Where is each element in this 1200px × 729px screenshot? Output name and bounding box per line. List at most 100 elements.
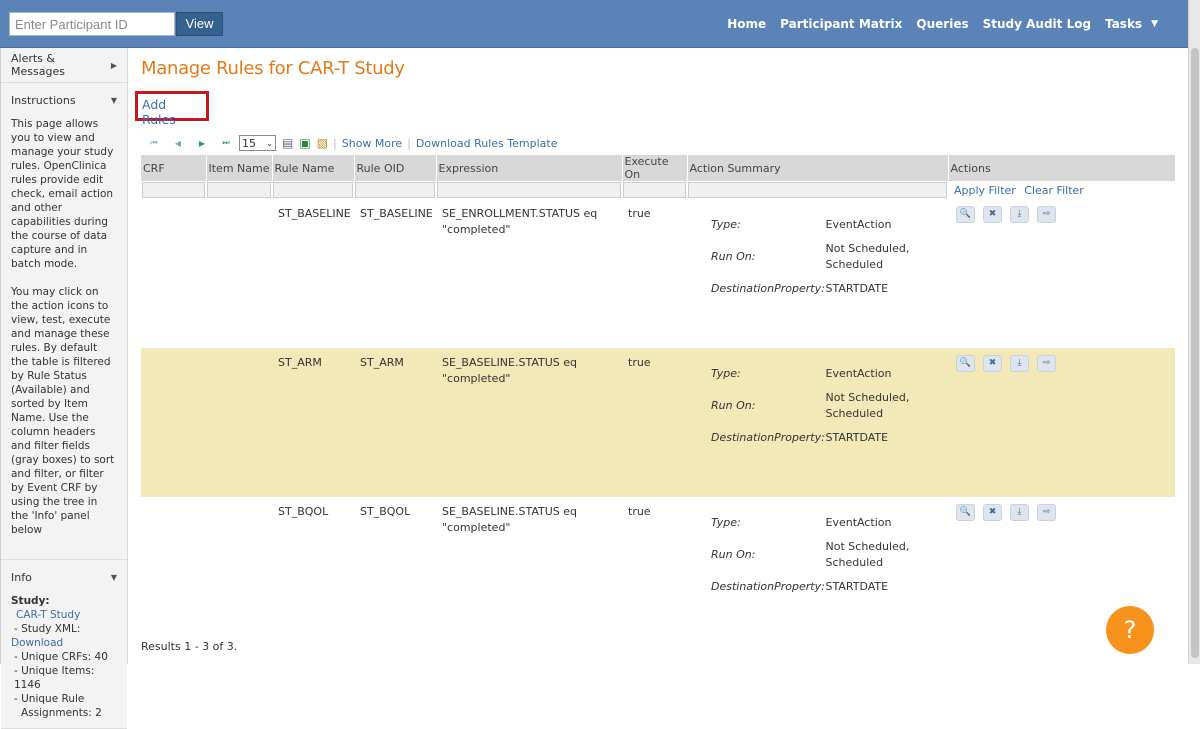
participant-id-input[interactable] <box>9 12 175 36</box>
instructions-header[interactable]: Instructions ▼ <box>1 83 127 117</box>
study-name-link[interactable]: CAR-T Study <box>11 608 117 622</box>
download-rule-icon[interactable]: ⤓ <box>1010 355 1029 372</box>
run-rule-icon[interactable]: ⇨ <box>1037 504 1056 521</box>
export-pdf-icon[interactable]: ▧ <box>317 136 328 150</box>
study-label: Study: <box>11 595 50 607</box>
chevron-down-icon: ⌄ <box>266 138 273 148</box>
col-header-rule-name[interactable]: Rule Name <box>272 155 355 181</box>
summary-key-run-on: Run On: <box>711 250 756 263</box>
run-rule-icon[interactable]: ⇨ <box>1037 355 1056 372</box>
cell-action-summary: Type: EventAction Run On: Not Scheduled, Sc… <box>687 497 948 646</box>
remove-rule-icon[interactable]: ✖ <box>983 355 1002 372</box>
table-row: ST_ARM ST_ARM SE_BASELINE.STATUS eq "compl… <box>141 348 1175 497</box>
filter-execute-on[interactable] <box>623 182 686 198</box>
apply-filter-link[interactable]: Apply Filter <box>954 184 1016 197</box>
filter-action-summary[interactable] <box>688 182 947 198</box>
filter-row: Apply Filter Clear Filter <box>141 181 1175 199</box>
summary-key-run-on: Run On: <box>711 548 756 561</box>
info-header[interactable]: Info ▼ <box>1 560 127 594</box>
top-navigation-bar: View Home Participant Matrix Queries Stu… <box>0 0 1188 48</box>
col-header-execute-on[interactable]: Execute On <box>622 155 688 181</box>
filter-rule-oid[interactable] <box>355 182 435 198</box>
study-xml-download-link[interactable]: Download <box>11 636 117 650</box>
page-title: Manage Rules for CAR-T Study <box>141 58 405 79</box>
nav-participant-matrix[interactable]: Participant Matrix <box>780 17 902 31</box>
cell-item-name <box>206 199 272 348</box>
cell-rule-name: ST_BQOL <box>278 505 329 518</box>
col-header-rule-oid[interactable]: Rule OID <box>354 155 437 181</box>
remove-rule-icon[interactable]: ✖ <box>983 206 1002 223</box>
nav-study-audit-log[interactable]: Study Audit Log <box>983 17 1091 31</box>
remove-rule-icon[interactable]: ✖ <box>983 504 1002 521</box>
sidebar: Alerts & Messages ▶ Instructions ▼ This … <box>0 48 128 729</box>
prev-page-icon[interactable]: ◀ <box>171 139 185 148</box>
col-header-item-name[interactable]: Item Name <box>206 155 273 181</box>
summary-type-value: EventAction <box>825 218 892 231</box>
page-size-select[interactable]: 15 ⌄ <box>239 135 276 151</box>
cell-rule-oid: ST_BQOL <box>360 505 411 518</box>
cell-execute-on: true <box>628 505 651 518</box>
toolbar-divider: | <box>407 136 411 150</box>
filter-rule-name[interactable] <box>273 182 353 198</box>
vertical-scrollbar[interactable] <box>1188 0 1200 664</box>
alerts-header[interactable]: Alerts & Messages ▶ <box>1 48 127 82</box>
view-rule-icon[interactable]: 🔍 <box>956 355 975 372</box>
download-rule-icon[interactable]: ⤓ <box>1010 504 1029 521</box>
nav-tasks[interactable]: Tasks <box>1105 17 1142 31</box>
cell-rule-oid: ST_BASELINE <box>360 207 433 220</box>
run-rule-icon[interactable]: ⇨ <box>1037 206 1056 223</box>
cell-crf <box>141 199 206 348</box>
filter-expression[interactable] <box>437 182 621 198</box>
summary-type-value: EventAction <box>825 367 892 380</box>
nav-home[interactable]: Home <box>727 17 766 31</box>
summary-key-destination-property: DestinationProperty: <box>711 431 825 444</box>
instructions-label: Instructions <box>11 93 76 107</box>
cell-actions: 🔍 ✖ ⤓ ⇨ <box>948 348 1175 497</box>
summary-key-type: Type: <box>711 516 741 529</box>
view-rule-icon[interactable]: 🔍 <box>956 504 975 521</box>
col-header-expression[interactable]: Expression <box>436 155 623 181</box>
cell-execute-on: true <box>622 348 687 497</box>
view-rule-icon[interactable]: 🔍 <box>956 206 975 223</box>
filter-item-name[interactable] <box>207 182 271 198</box>
scrollbar-thumb[interactable] <box>1191 48 1199 658</box>
summary-type-value: EventAction <box>825 516 892 529</box>
filter-crf[interactable] <box>142 182 205 198</box>
col-header-crf[interactable]: CRF <box>141 155 207 181</box>
table-toolbar: ⏮ ◀ ▶ ⏭ 15 ⌄ ▤ ▣ ▧ | Show More | Downloa… <box>141 134 557 152</box>
nav-queries[interactable]: Queries <box>916 17 968 31</box>
show-more-link[interactable]: Show More <box>342 137 402 150</box>
view-button[interactable]: View <box>176 12 223 36</box>
first-page-icon[interactable]: ⏮ <box>147 138 161 148</box>
toolbar-divider: | <box>333 136 337 150</box>
rules-table: CRF Item Name Rule Name Rule OID Express… <box>141 155 1176 646</box>
summary-run-on-value: Not Scheduled, Scheduled <box>825 391 910 420</box>
col-header-action-summary[interactable]: Action Summary <box>687 155 949 181</box>
tasks-caret-icon[interactable]: ▼ <box>1151 19 1158 29</box>
download-rules-template-link[interactable]: Download Rules Template <box>416 137 558 150</box>
collapse-down-icon: ▼ <box>110 572 117 582</box>
cell-action-summary: Type: EventAction Run On: Not Scheduled, Sc… <box>687 199 948 348</box>
cell-expression: SE_BASELINE.STATUS eq "completed" <box>442 505 578 534</box>
download-rule-icon[interactable]: ⤓ <box>1010 206 1029 223</box>
table-row: ST_BQOL ST_BQOL SE_BASELINE.STATUS eq "com… <box>141 497 1175 646</box>
main-nav: Home Participant Matrix Queries Study Au… <box>713 0 1158 48</box>
results-count: Results 1 - 3 of 3. <box>141 640 238 653</box>
clear-filter-link[interactable]: Clear Filter <box>1024 184 1084 197</box>
cell-action-summary: Type: EventAction Run On: Not Scheduled, Sc… <box>687 348 948 497</box>
export-excel-icon[interactable]: ▣ <box>299 136 310 150</box>
cell-crf <box>141 348 206 497</box>
help-button[interactable]: ? <box>1106 606 1154 654</box>
summary-key-type: Type: <box>711 218 741 231</box>
export-text-icon[interactable]: ▤ <box>282 136 293 150</box>
alerts-label: Alerts & Messages <box>11 52 65 78</box>
cell-item-name <box>206 497 272 646</box>
cell-crf <box>141 497 206 646</box>
next-page-icon[interactable]: ▶ <box>195 139 209 148</box>
add-rules-link[interactable]: Add Rules <box>135 91 209 127</box>
page-size-value: 15 <box>242 136 256 150</box>
alerts-panel: Alerts & Messages ▶ <box>1 48 127 83</box>
info-label: Info <box>11 570 32 584</box>
cell-actions: 🔍 ✖ ⤓ ⇨ <box>948 199 1175 348</box>
last-page-icon[interactable]: ⏭ <box>219 138 233 148</box>
